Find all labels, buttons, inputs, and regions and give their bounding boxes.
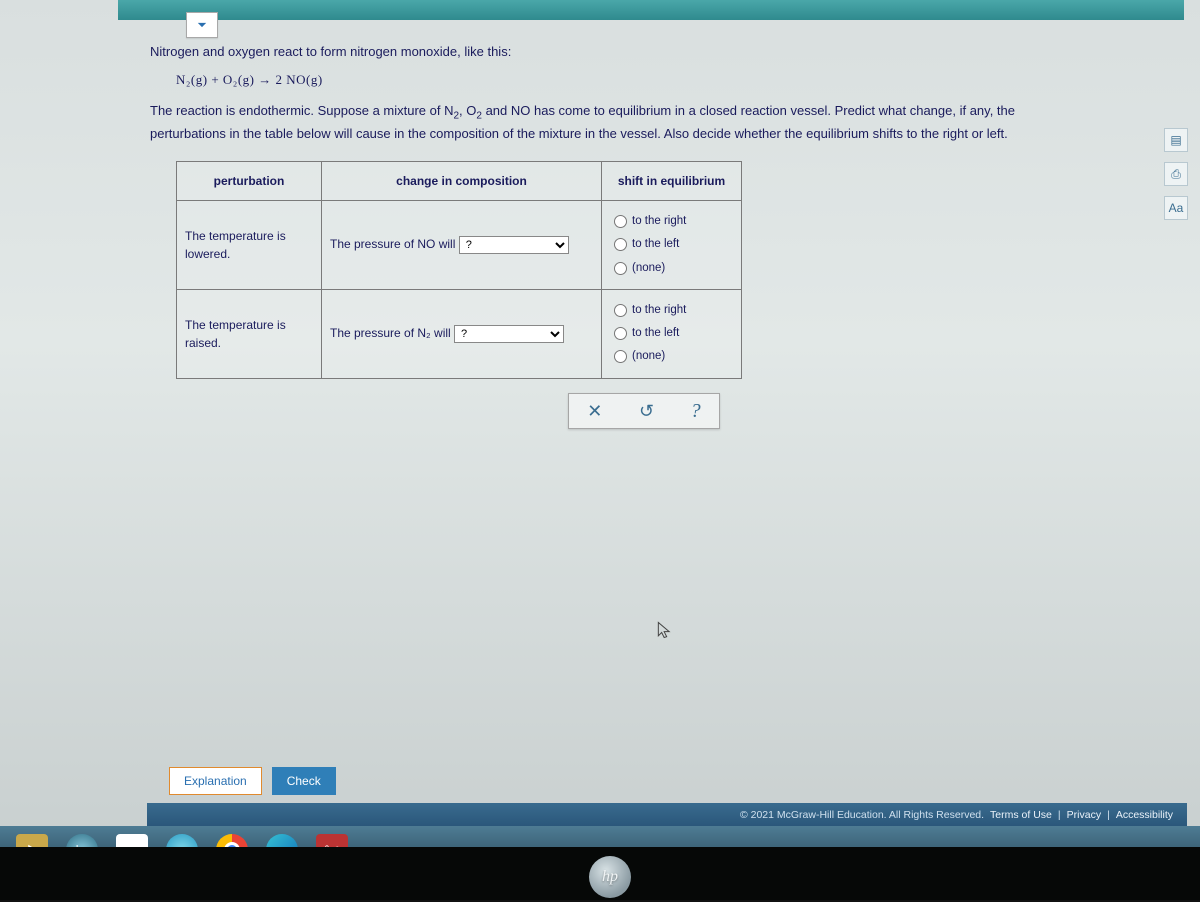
header-shift: shift in equilibrium	[602, 162, 742, 201]
table-row: The temperature is raised. The pressure …	[177, 289, 742, 378]
shift-cell: to the right to the left (none)	[602, 289, 742, 378]
resource-icon[interactable]: ▤	[1164, 128, 1188, 152]
terms-link[interactable]: Terms of Use	[990, 809, 1052, 821]
pressure-n2-select[interactable]: ?	[454, 325, 564, 343]
shift-left-option[interactable]: to the left	[614, 325, 729, 342]
mouse-cursor-icon	[655, 620, 675, 645]
print-icon[interactable]: ⎙	[1164, 162, 1188, 186]
accessibility-link[interactable]: Accessibility	[1116, 809, 1173, 821]
pressure-no-select[interactable]: ?	[459, 236, 569, 254]
change-cell: The pressure of N₂ will ?	[322, 289, 602, 378]
intro-line-2: The reaction is endothermic. Suppose a m…	[150, 101, 1170, 124]
change-prefix: The pressure of NO will	[330, 237, 455, 251]
shift-right-option[interactable]: to the right	[614, 302, 729, 319]
question-body: Nitrogen and oxygen react to form nitrog…	[150, 42, 1170, 379]
previous-step-button[interactable]	[186, 12, 218, 38]
header-perturbation: perturbation	[177, 162, 322, 201]
perturbation-table: perturbation change in composition shift…	[176, 161, 742, 379]
perturbation-cell: The temperature is raised.	[177, 289, 322, 378]
explanation-button[interactable]: Explanation	[169, 767, 262, 795]
table-row: The temperature is lowered. The pressure…	[177, 201, 742, 290]
intro-line-3: perturbations in the table below will ca…	[150, 124, 1170, 144]
perturbation-cell: The temperature is lowered.	[177, 201, 322, 290]
footer-bar: © 2021 McGraw-Hill Education. All Rights…	[147, 803, 1187, 827]
answer-controls: ✕ ↺ ?	[568, 393, 720, 429]
help-icon[interactable]: ?	[691, 400, 701, 423]
shift-right-option[interactable]: to the right	[614, 213, 729, 230]
hp-monitor-logo: hp	[585, 852, 635, 902]
intro-line-1: Nitrogen and oxygen react to form nitrog…	[150, 42, 1170, 62]
change-cell: The pressure of NO will ?	[322, 201, 602, 290]
copyright-text: © 2021 McGraw-Hill Education. All Rights…	[740, 809, 984, 821]
privacy-link[interactable]: Privacy	[1067, 809, 1101, 821]
clear-icon[interactable]: ✕	[587, 401, 602, 422]
chevron-down-icon	[195, 18, 209, 32]
shift-cell: to the right to the left (none)	[602, 201, 742, 290]
action-bar: Explanation Check	[147, 758, 1182, 803]
header-change: change in composition	[322, 162, 602, 201]
check-button[interactable]: Check	[272, 767, 336, 795]
table-header-row: perturbation change in composition shift…	[177, 162, 742, 201]
shift-left-option[interactable]: to the left	[614, 236, 729, 253]
change-prefix: The pressure of N₂ will	[330, 326, 451, 340]
text-size-icon[interactable]: Aa	[1164, 196, 1188, 220]
shift-none-option[interactable]: (none)	[614, 260, 729, 277]
chemical-equation: N₂(g) + O₂(g) → 2 NO(g)	[176, 70, 1170, 90]
reset-icon[interactable]: ↺	[639, 401, 654, 422]
shift-none-option[interactable]: (none)	[614, 348, 729, 365]
app-header-bar	[118, 0, 1184, 20]
side-toolbar: ▤ ⎙ Aa	[1164, 128, 1188, 220]
